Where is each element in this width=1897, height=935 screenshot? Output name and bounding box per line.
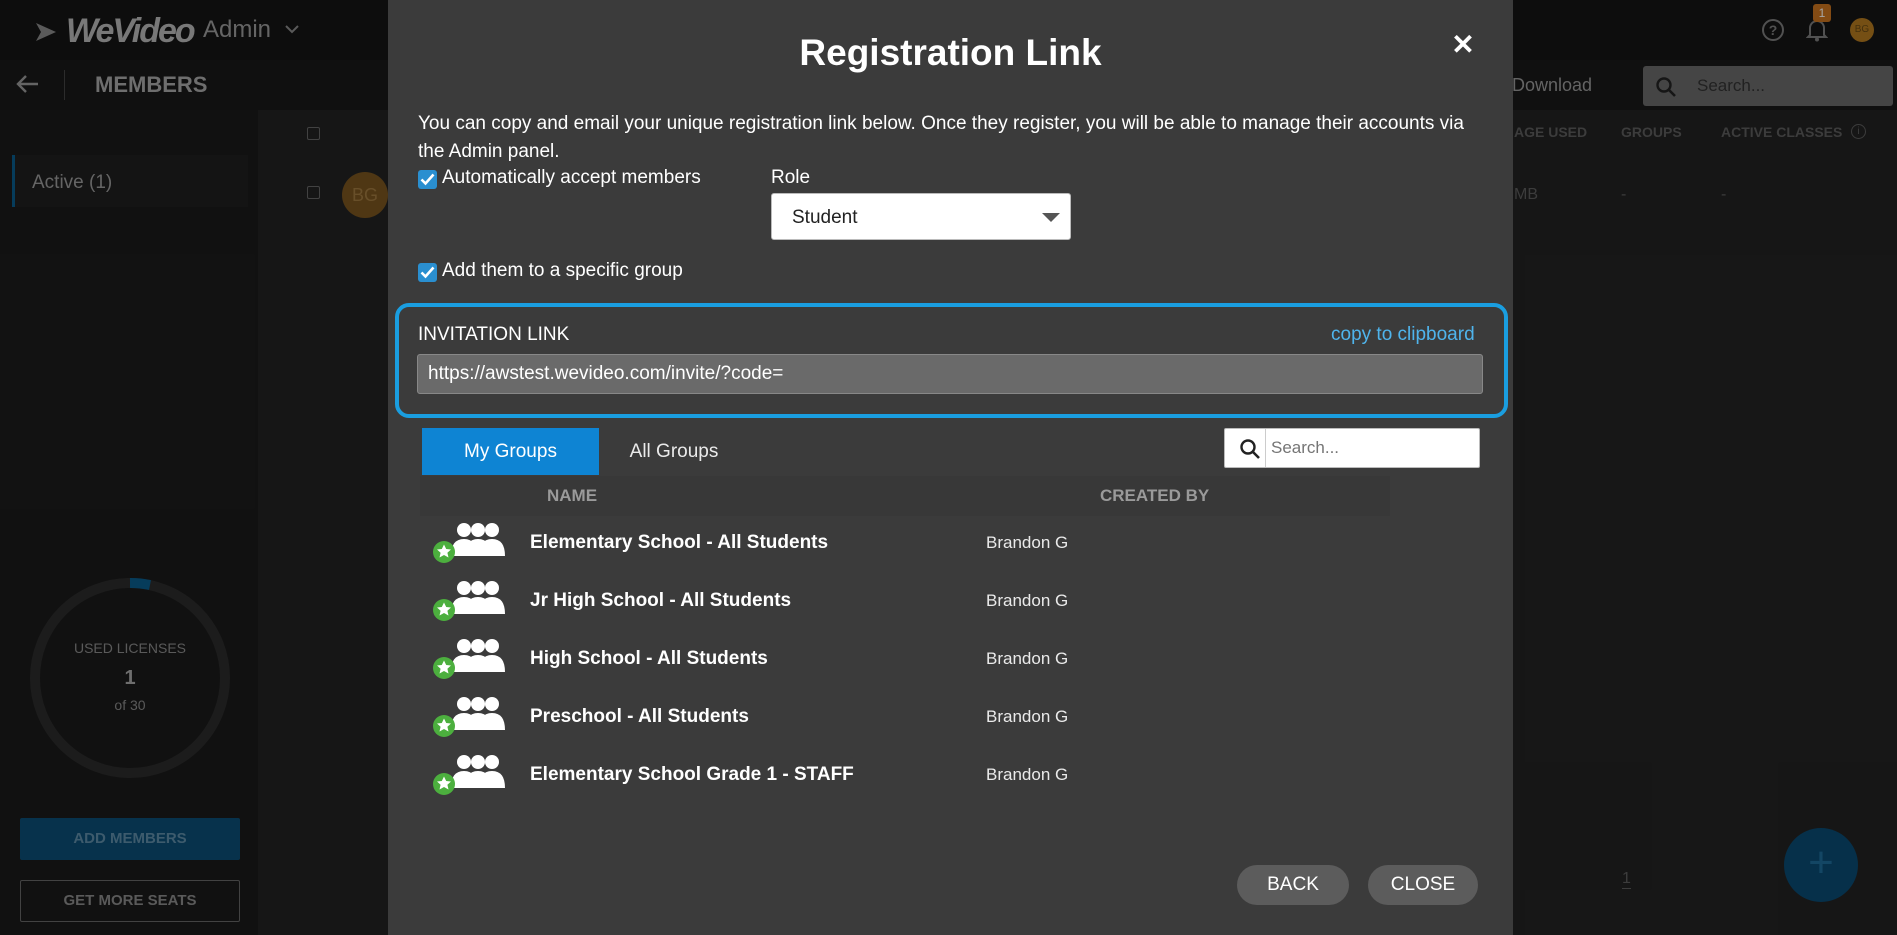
group-star-icon xyxy=(433,755,505,795)
group-row[interactable]: Elementary School Grade 1 - STAFF Brando… xyxy=(420,748,1480,806)
modal-title: Registration Link xyxy=(799,32,1102,73)
role-select[interactable]: Student xyxy=(771,193,1071,240)
group-star-icon xyxy=(433,697,505,737)
copy-to-clipboard-link[interactable]: copy to clipboard xyxy=(1331,324,1475,346)
group-created-by: Brandon G xyxy=(986,533,1069,552)
auto-accept-checkbox[interactable] xyxy=(418,170,437,189)
close-button[interactable]: CLOSE xyxy=(1368,865,1478,905)
invitation-link-label: INVITATION LINK xyxy=(418,324,570,345)
auto-accept-label: Automatically accept members xyxy=(442,167,701,188)
divider xyxy=(1265,429,1266,467)
group-created-by: Brandon G xyxy=(986,591,1069,610)
intro-text: You can copy and email your unique regis… xyxy=(418,113,1464,162)
tab-all-groups[interactable]: All Groups xyxy=(599,428,749,475)
group-created-by: Brandon G xyxy=(986,649,1069,668)
group-row[interactable]: High School - All Students Brandon G xyxy=(420,632,1480,690)
group-star-icon xyxy=(433,581,505,621)
group-star-icon xyxy=(433,639,505,679)
registration-link-modal: Registration Link ✕ You can copy and ema… xyxy=(388,0,1513,935)
group-name: Elementary School - All Students xyxy=(530,532,829,553)
group-star-icon xyxy=(433,523,505,563)
column-name: NAME xyxy=(547,486,598,505)
checkmark-icon xyxy=(420,173,435,186)
role-value: Student xyxy=(792,207,858,228)
group-row[interactable]: Preschool - All Students Brandon G xyxy=(420,690,1480,748)
caret-down-icon xyxy=(1042,213,1060,222)
group-search xyxy=(1224,428,1480,468)
back-button[interactable]: BACK xyxy=(1237,865,1349,905)
group-name: Elementary School Grade 1 - STAFF xyxy=(530,764,854,785)
column-created-by: CREATED BY xyxy=(1100,486,1210,505)
search-icon xyxy=(1240,439,1260,459)
group-name: High School - All Students xyxy=(530,648,768,669)
group-row[interactable]: Jr High School - All Students Brandon G xyxy=(420,574,1480,632)
group-search-input[interactable] xyxy=(1271,429,1471,467)
group-name: Preschool - All Students xyxy=(530,706,749,727)
checkmark-icon xyxy=(420,266,435,279)
invitation-url-field[interactable] xyxy=(417,354,1483,394)
group-created-by: Brandon G xyxy=(986,707,1069,726)
add-group-label: Add them to a specific group xyxy=(442,260,683,281)
group-row[interactable]: Elementary School - All Students Brandon… xyxy=(420,516,1480,574)
tab-my-groups[interactable]: My Groups xyxy=(422,428,599,475)
add-group-checkbox[interactable] xyxy=(418,263,437,282)
group-name: Jr High School - All Students xyxy=(530,590,792,611)
role-label: Role xyxy=(771,167,811,188)
close-icon[interactable]: ✕ xyxy=(1448,30,1478,60)
group-created-by: Brandon G xyxy=(986,765,1069,784)
